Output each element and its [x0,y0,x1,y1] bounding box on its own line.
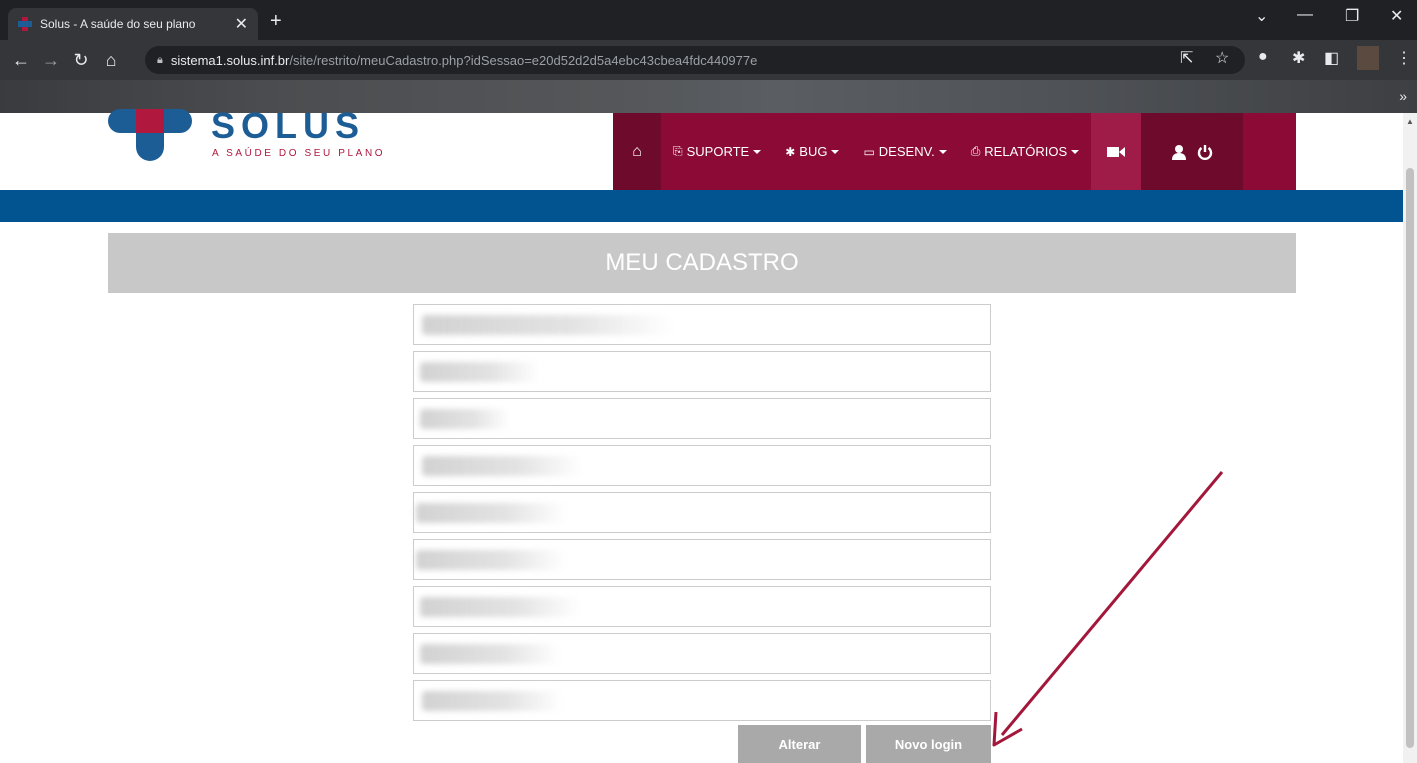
scrollbar-thumb[interactable] [1406,168,1414,748]
bug-icon: ✱ [785,144,796,159]
nav-user[interactable] [1141,113,1244,190]
nav-desenv-label: DESENV. [878,144,935,159]
main-navbar: ⌂ ⎘ SUPORTE ✱ BUG ▭ DESENV. ⎙ RELATÓRIOS [613,113,1296,190]
nav-relatorios-label: RELATÓRIOS [984,144,1068,159]
favicon-icon [18,17,32,31]
menu-kebab-icon[interactable]: ⋮ [1396,48,1412,68]
page-title: MEU CADASTRO [108,233,1296,293]
side-panel-icon[interactable]: ◧ [1324,48,1339,68]
print-icon: ⎙ [970,144,981,158]
chevron-down-icon [938,149,947,154]
scroll-up-icon[interactable]: ▲ [1406,117,1414,126]
tab-strip: Solus - A saúde do seu plano ✕ + ⌄ — ❐ ✕ [0,0,1417,40]
nav-suporte-label: SUPORTE [686,144,750,159]
browser-tab[interactable]: Solus - A saúde do seu plano ✕ [8,8,258,40]
nav-suporte[interactable]: ⎘ SUPORTE [661,113,773,190]
power-icon[interactable] [1197,144,1213,160]
bookmarks-more-icon[interactable]: » [1399,88,1407,104]
header-band [0,190,1403,222]
close-window-icon[interactable]: ✕ [1390,6,1403,26]
form-field[interactable] [413,351,991,392]
home-browser-icon[interactable]: ⌂ [96,50,126,71]
scrollbar[interactable]: ▲ [1403,113,1417,763]
support-icon: ⎘ [673,144,683,158]
tab-title: Solus - A saúde do seu plano [40,17,196,31]
alterar-button[interactable]: Alterar [738,725,861,763]
profile-avatar[interactable] [1357,46,1379,70]
nav-video[interactable] [1091,113,1142,190]
back-icon[interactable]: ← [6,50,36,71]
new-tab-button[interactable]: + [270,10,282,33]
bookmark-star-icon[interactable]: ☆ [1215,48,1229,68]
url-path: /site/restrito/meuCadastro.php?idSessao=… [289,52,758,68]
form-field[interactable] [413,539,991,580]
nav-relatorios[interactable]: ⎙ RELATÓRIOS [959,113,1091,190]
form-field[interactable] [413,304,991,345]
restore-icon[interactable]: ❐ [1345,6,1359,26]
tab-search-icon[interactable]: ⌄ [1255,6,1268,26]
profile-form [413,304,991,727]
nav-home[interactable]: ⌂ [613,113,661,190]
chevron-down-icon [1071,149,1080,154]
form-field[interactable] [413,633,991,674]
form-field[interactable] [413,492,991,533]
minimize-icon[interactable]: — [1297,6,1313,24]
lock-icon: 🔒︎ [157,53,163,66]
video-camera-icon [1107,146,1126,157]
user-icon[interactable] [1171,144,1187,160]
reload-icon[interactable]: ↻ [66,50,96,71]
extensions-puzzle-icon[interactable]: ✱ [1292,48,1305,68]
home-icon: ⌂ [632,142,642,160]
share-icon[interactable]: ⇱ [1180,48,1193,68]
nav-bug[interactable]: ✱ BUG [773,113,851,190]
form-field[interactable] [413,680,991,721]
nav-desenv[interactable]: ▭ DESENV. [851,113,958,190]
tab-close-icon[interactable]: ✕ [235,14,248,34]
forward-icon[interactable]: → [36,50,66,71]
nav-bug-label: BUG [799,144,828,159]
logo-name: SOLUS [211,105,366,146]
form-field[interactable] [413,398,991,439]
chevron-down-icon [753,149,762,154]
url-host: sistema1.solus.inf.br [170,52,290,68]
chevron-down-icon [831,149,840,154]
novo-login-button[interactable]: Novo login [866,725,991,763]
form-field[interactable] [413,586,991,627]
form-field[interactable] [413,445,991,486]
address-bar[interactable]: 🔒︎ sistema1.solus.inf.br /site/restrito/… [145,46,1245,74]
logo-tagline: A SAÚDE DO SEU PLANO [212,148,386,159]
extension-bulb-icon[interactable]: ● [1258,48,1268,66]
logo-cross-icon [108,109,192,165]
laptop-icon: ▭ [863,144,875,159]
